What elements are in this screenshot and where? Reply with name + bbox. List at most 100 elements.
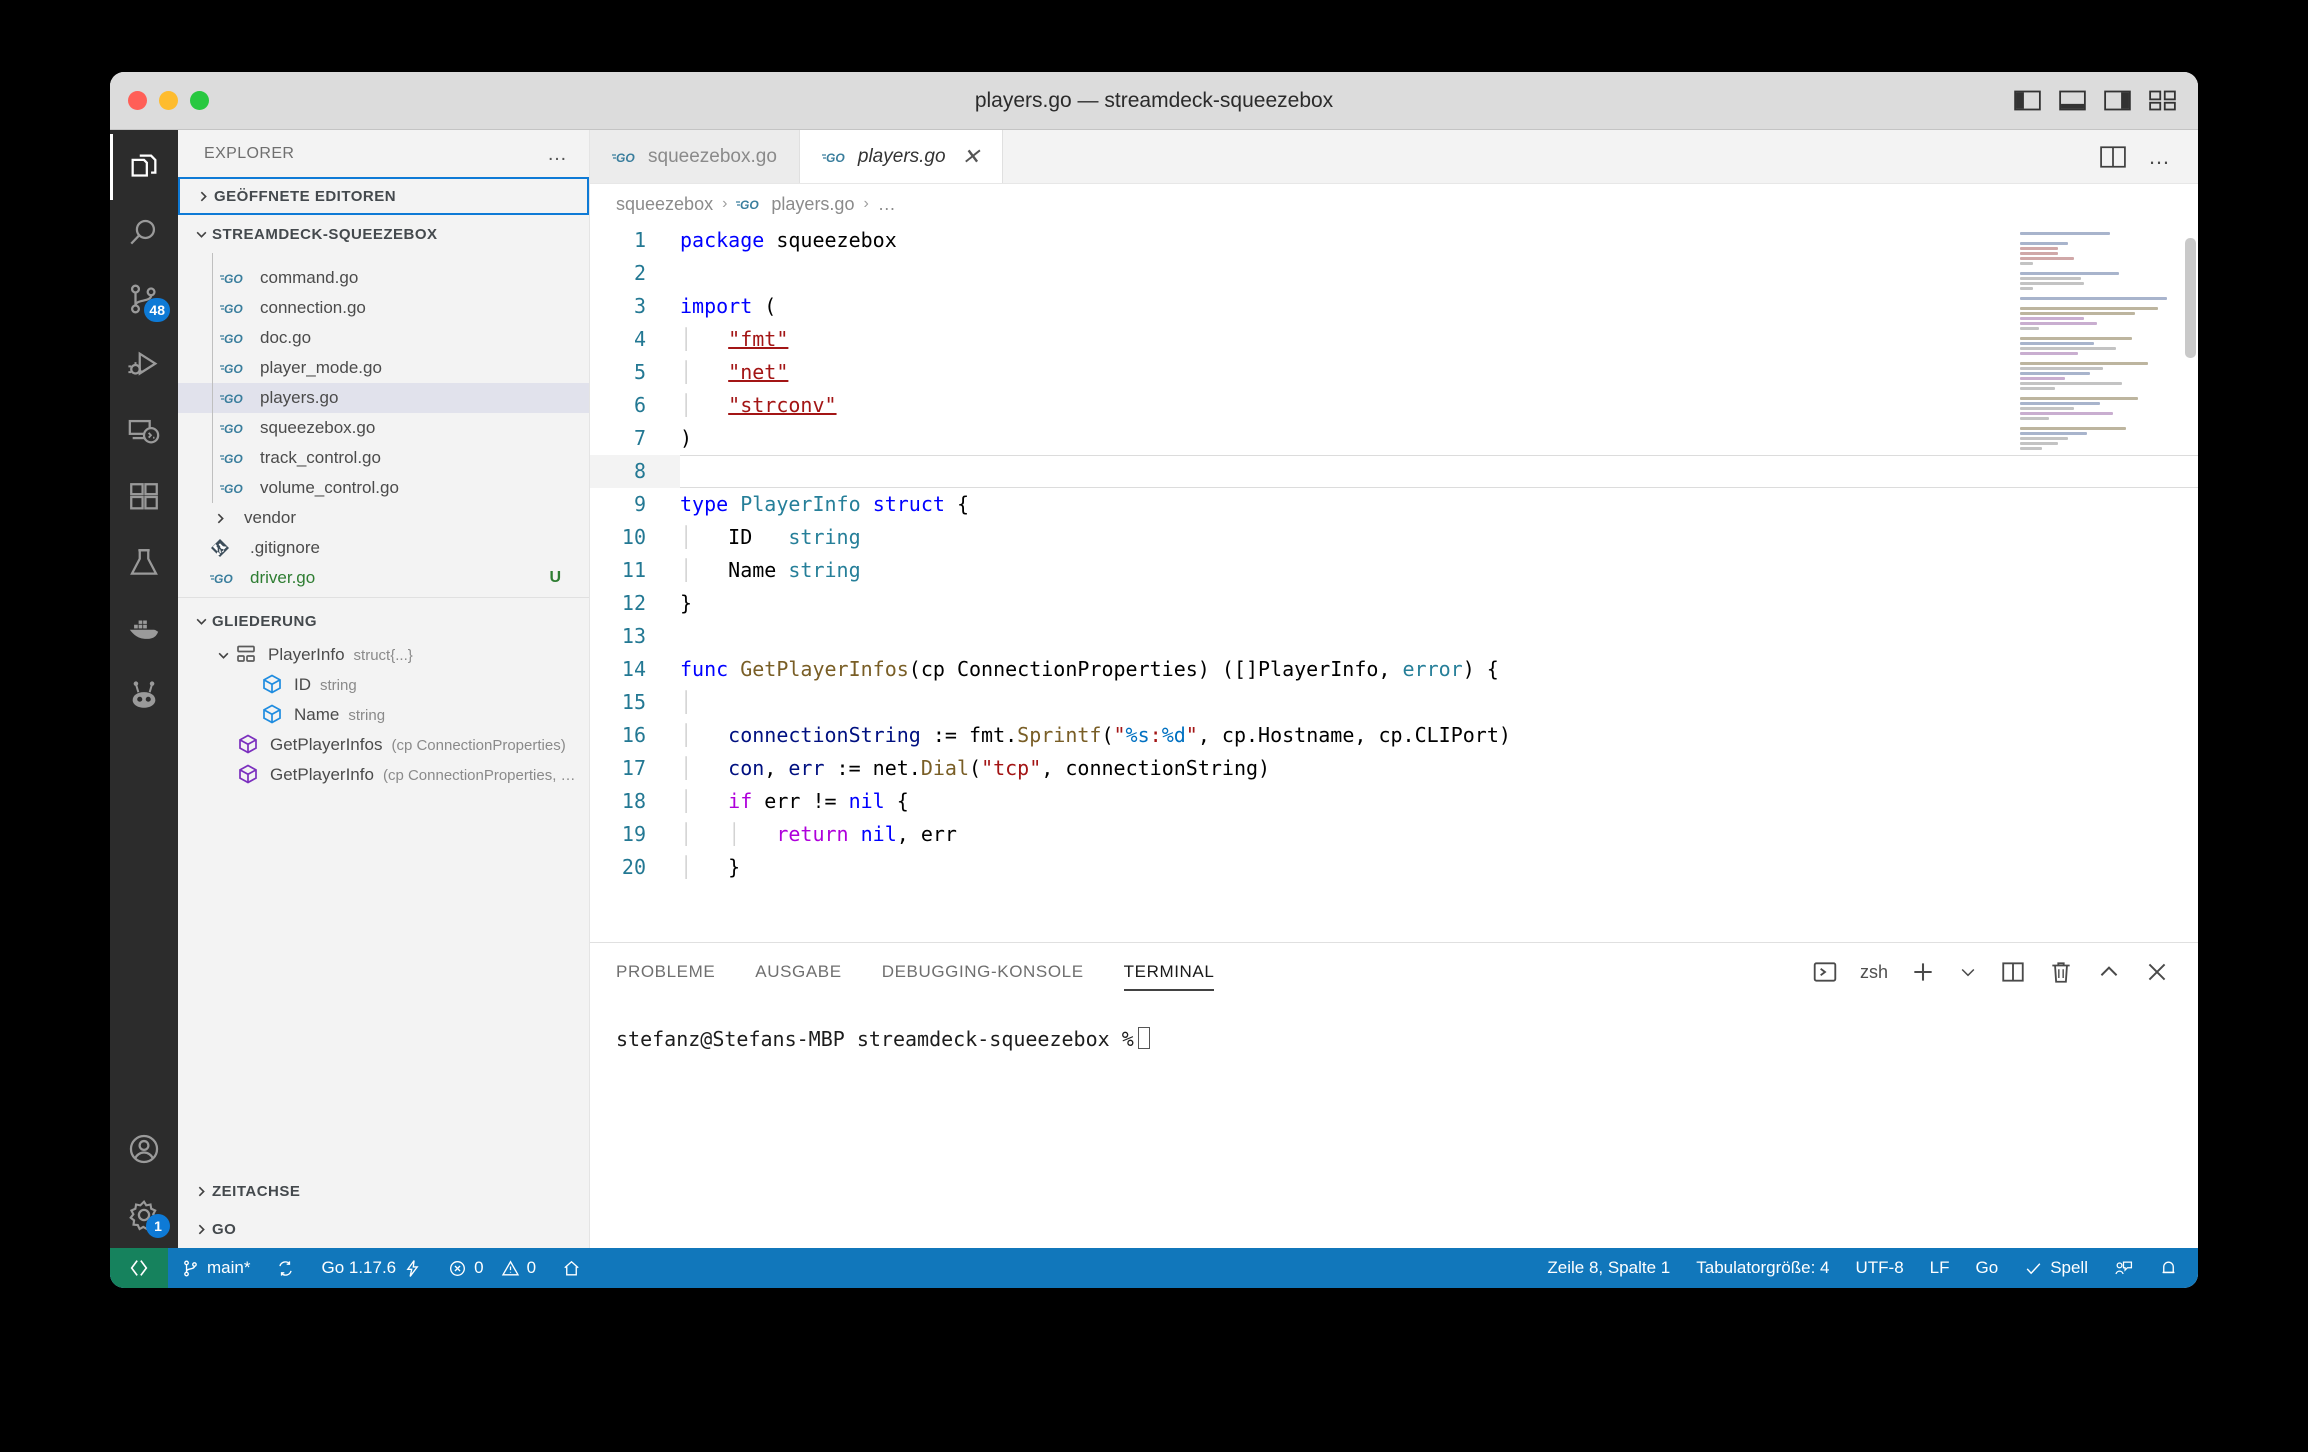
breadcrumb: squeezebox › GO players.go › … <box>590 184 2198 224</box>
status-home[interactable] <box>549 1248 594 1288</box>
tree-item-driver-go[interactable]: GO driver.go U <box>178 563 589 593</box>
activitybar-item-source-control[interactable]: 48 <box>110 266 178 332</box>
minimap[interactable] <box>2020 232 2180 532</box>
terminal-cursor <box>1137 1027 1150 1049</box>
activitybar-item-manage[interactable]: 1 <box>110 1182 178 1248</box>
chevron-down-icon[interactable] <box>1958 962 1978 982</box>
status-indentation[interactable]: Tabulatorgröße: 4 <box>1683 1258 1842 1278</box>
tree-item-vendor[interactable]: vendor <box>178 503 589 533</box>
terminal-shell-label[interactable]: zsh <box>1860 962 1888 983</box>
chevron-right-icon <box>190 1223 212 1236</box>
tree-item-connection-go[interactable]: GO connection.go <box>178 293 589 323</box>
breadcrumb-item-symbol[interactable]: … <box>878 194 896 215</box>
line-content: │ "fmt" <box>680 327 789 351</box>
tree-item-doc-go[interactable]: GO doc.go <box>178 323 589 353</box>
status-errors-count: 0 <box>474 1258 484 1277</box>
status-branch-label: main* <box>207 1258 251 1277</box>
activitybar-item-extensions[interactable] <box>110 464 178 530</box>
section-timeline[interactable]: ZEITACHSE <box>178 1172 589 1210</box>
tab-squeezebox-go[interactable]: GO squeezebox.go <box>590 130 800 183</box>
terminal-output[interactable]: stefanz@Stefans-MBP streamdeck-squeezebo… <box>590 1001 2198 1248</box>
status-branch[interactable]: main* <box>168 1248 263 1288</box>
terminal-icon[interactable] <box>1812 959 1838 985</box>
tree-item-command-go[interactable]: GO command.go <box>178 263 589 293</box>
outline-item-getplayerinfos[interactable]: GetPlayerInfos (cp ConnectionProperties) <box>178 730 589 760</box>
line-content: │ con, err := net.Dial("tcp", connection… <box>680 756 1271 780</box>
more-actions-icon[interactable]: … <box>2148 145 2172 167</box>
code-editor[interactable]: 1 package squeezebox 2 3 import ( 4 │ "fmt"… <box>590 224 2198 942</box>
tree-item-track-control-go[interactable]: GO track_control.go <box>178 443 589 473</box>
minimize-window-button[interactable] <box>159 91 178 110</box>
activitybar-item-explorer[interactable] <box>110 134 178 200</box>
toggle-secondary-sidebar-icon[interactable] <box>2104 90 2131 111</box>
line-content: ) <box>680 426 693 450</box>
zap-icon <box>406 1259 419 1277</box>
panel-tab-debug-console[interactable]: DEBUGGING-KONSOLE <box>882 943 1084 1001</box>
tree-item-volume-control-go[interactable]: GO volume_control.go <box>178 473 589 503</box>
close-icon[interactable]: ✕ <box>962 144 980 170</box>
tree-item-label: vendor <box>244 508 296 527</box>
line-number: 1 <box>633 228 646 252</box>
tree-item-player-mode-go[interactable]: GO player_mode.go <box>178 353 589 383</box>
toggle-sidebar-icon[interactable] <box>2014 90 2041 111</box>
toggle-panel-icon[interactable] <box>2059 90 2086 111</box>
activitybar-item-docker[interactable] <box>110 596 178 662</box>
zoom-window-button[interactable] <box>190 91 209 110</box>
outline-item-name-field[interactable]: Name string <box>178 700 589 730</box>
close-icon[interactable] <box>2144 959 2170 985</box>
activitybar-item-testing[interactable] <box>110 530 178 596</box>
status-eol[interactable]: LF <box>1917 1258 1963 1278</box>
tree-item-players-go[interactable]: GO players.go <box>178 383 589 413</box>
outline-item-playerinfo[interactable]: PlayerInfo struct{...} <box>178 640 589 670</box>
panel-tabs: PROBLEME AUSGABE DEBUGGING-KONSOLE TERMI… <box>590 943 2198 1001</box>
section-workspace[interactable]: STREAMDECK-SQUEEZEBOX <box>178 215 589 253</box>
status-cursor-position[interactable]: Zeile 8, Spalte 1 <box>1534 1258 1683 1278</box>
section-go[interactable]: GO <box>178 1210 589 1248</box>
plus-icon[interactable] <box>1910 959 1936 985</box>
editor-scrollbar[interactable] <box>2185 238 2196 358</box>
sidebar-more-actions[interactable]: … <box>547 144 569 164</box>
breadcrumb-item-package[interactable]: squeezebox <box>616 194 713 215</box>
status-feedback[interactable] <box>2101 1259 2146 1278</box>
panel-tab-problems[interactable]: PROBLEME <box>616 943 715 1001</box>
status-spell-checker[interactable]: Spell <box>2011 1258 2101 1278</box>
section-outline[interactable]: GLIEDERUNG <box>178 602 589 640</box>
line-content: │ Name string <box>680 558 861 582</box>
chevron-up-icon[interactable] <box>2096 959 2122 985</box>
trash-icon[interactable] <box>2048 959 2074 985</box>
panel-tab-label: PROBLEME <box>616 962 716 981</box>
status-sync[interactable] <box>263 1248 308 1288</box>
section-open-editors[interactable]: GEÖFFNETE EDITOREN <box>178 177 589 215</box>
status-go-version[interactable]: Go 1.17.6 <box>308 1248 435 1288</box>
panel-tab-terminal[interactable]: TERMINAL <box>1123 943 1215 1001</box>
breadcrumb-item-file[interactable]: players.go <box>771 194 854 215</box>
status-language-mode[interactable]: Go <box>1963 1258 2012 1278</box>
feedback-icon <box>2115 1261 2133 1274</box>
status-notifications[interactable] <box>2146 1259 2198 1278</box>
activitybar-item-accounts[interactable] <box>110 1116 178 1182</box>
split-editor-icon[interactable] <box>2100 145 2126 168</box>
outline-item-name: GetPlayerInfo <box>270 765 374 784</box>
tab-players-go[interactable]: GO players.go ✕ <box>799 130 1003 183</box>
outline-item-id[interactable]: ID string <box>178 670 589 700</box>
tree-item-label: squeezebox.go <box>260 418 376 437</box>
outline-item-getplayerinfo[interactable]: GetPlayerInfo (cp ConnectionProperties, … <box>178 760 589 790</box>
panel-tab-output[interactable]: AUSGABE <box>755 943 841 1001</box>
tree-item-gitignore[interactable]: .gitignore <box>178 533 589 563</box>
line-content: │ "strconv" <box>680 393 837 417</box>
activitybar-item-bot[interactable] <box>110 662 178 728</box>
beaker-icon <box>130 549 158 575</box>
activitybar-item-run-debug[interactable] <box>110 332 178 398</box>
split-icon[interactable] <box>2000 959 2026 985</box>
customize-layout-icon[interactable] <box>2149 90 2176 111</box>
activitybar-item-remote-explorer[interactable] <box>110 398 178 464</box>
remote-indicator[interactable] <box>110 1248 168 1288</box>
line-content: import ( <box>680 294 777 318</box>
activitybar-item-search[interactable] <box>110 200 178 266</box>
status-encoding[interactable]: UTF-8 <box>1842 1258 1916 1278</box>
status-problems[interactable]: 0 0 <box>435 1248 549 1288</box>
line-content: package squeezebox <box>680 228 897 252</box>
outline-item-detail: (cp ConnectionProperties, … <box>382 766 576 784</box>
tree-item-squeezebox-go[interactable]: GO squeezebox.go <box>178 413 589 443</box>
close-window-button[interactable] <box>128 91 147 110</box>
